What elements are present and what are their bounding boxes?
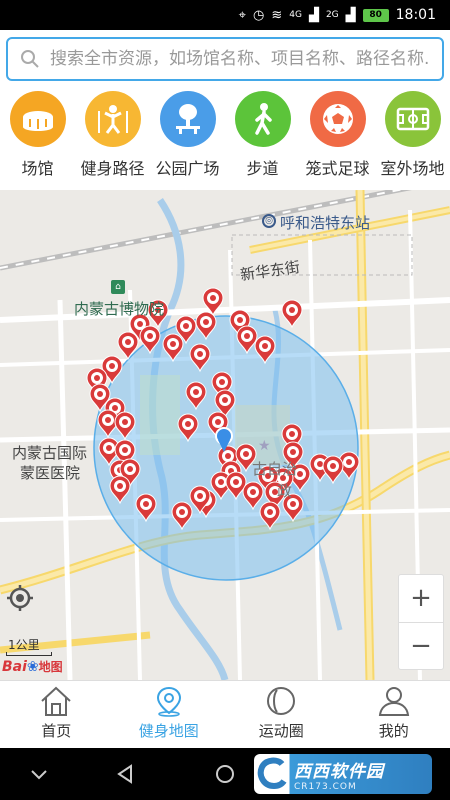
watermark-title: 西西软件园	[294, 761, 384, 782]
nav-back-button[interactable]	[110, 760, 140, 788]
zoom-out-button[interactable]: −	[399, 623, 443, 670]
baidu-logo: Bai❀地图	[2, 659, 63, 675]
gov-star-icon: ★	[258, 438, 271, 454]
category-label: 公园广场	[155, 159, 220, 178]
tab-profile[interactable]: 我的	[338, 681, 450, 748]
nav-down-button[interactable]	[24, 760, 54, 788]
search-icon	[21, 50, 39, 68]
tab-sports-circle[interactable]: 运动圈	[225, 681, 338, 748]
map-view[interactable]: 呼和浩特东站 ◎ 新华东街 内蒙古博物院 ⌂ 内蒙古国际 蒙医医院 古自治 政 …	[0, 190, 450, 680]
signal-icon-2: ▟	[345, 7, 356, 23]
profile-icon	[378, 687, 409, 716]
map-label-gov-2: 政	[277, 482, 293, 500]
map-canvas	[0, 190, 450, 680]
signal-icon: ▟	[308, 7, 319, 23]
watermark-c-icon	[257, 757, 287, 790]
circle-icon	[267, 687, 296, 715]
map-label-gov-1: 古自治	[252, 460, 298, 478]
category-outdoor-field[interactable]: 室外场地	[375, 91, 450, 179]
chevron-down-icon	[31, 770, 47, 780]
category-label: 室外场地	[380, 159, 445, 178]
stadium-icon	[9, 91, 66, 147]
network-4g-label: 4G	[289, 10, 302, 20]
map-label-hospital-1: 内蒙古国际	[12, 444, 88, 462]
category-walkway[interactable]: 步道	[225, 91, 300, 179]
home-circle-icon	[216, 765, 234, 783]
watermark-logo: 西西软件园 CR173.COM	[254, 754, 432, 794]
field-icon	[384, 91, 441, 147]
location-icon: ⌖	[238, 7, 246, 23]
category-bar: 场馆 健身路径 公园广场 步道 笼式足球 室外场地	[0, 88, 450, 190]
battery-icon: 80	[362, 8, 389, 22]
bottom-tab-bar: 首页 健身地图 运动圈 我的	[0, 680, 450, 748]
tab-label: 我的	[378, 722, 409, 740]
category-label: 场馆	[21, 159, 54, 178]
tab-fitness-map[interactable]: 健身地图	[113, 681, 226, 748]
soccer-ball-icon	[309, 91, 366, 147]
app-screen: ⌖ ◷ ≋ 4G ▟ 2G ▟ 80 18:01 场馆	[0, 0, 450, 800]
category-cage-soccer[interactable]: 笼式足球	[300, 91, 375, 179]
map-scale-bar	[6, 652, 52, 656]
tab-label: 运动圈	[258, 722, 304, 740]
zoom-control: + −	[398, 574, 444, 670]
map-label-hospital-2: 蒙医医院	[20, 464, 81, 482]
search-bar	[0, 30, 450, 88]
search-input[interactable]	[50, 49, 430, 69]
category-park[interactable]: 公园广场	[150, 91, 225, 179]
watermark-subtitle: CR173.COM	[294, 781, 357, 792]
status-bar: ⌖ ◷ ≋ 4G ▟ 2G ▟ 80 18:01	[0, 0, 450, 30]
map-label-museum: 内蒙古博物院	[74, 300, 165, 318]
network-2g-label: 2G	[325, 10, 339, 20]
category-label: 健身路径	[80, 159, 145, 178]
resource-marker-pin[interactable]	[281, 299, 303, 329]
map-label-station: 呼和浩特东站	[280, 214, 371, 232]
alarm-icon: ◷	[252, 7, 265, 23]
search-box[interactable]	[6, 37, 444, 81]
system-nav-bar: 西西软件园 CR173.COM	[0, 748, 450, 800]
tab-label: 健身地图	[138, 722, 199, 740]
wifi-icon: ≋	[271, 7, 283, 23]
tab-home[interactable]: 首页	[0, 681, 113, 748]
tab-label: 首页	[41, 722, 72, 740]
station-icon: ◎	[262, 214, 276, 228]
museum-icon: ⌂	[111, 280, 125, 294]
fitness-person-icon	[84, 91, 141, 147]
park-tree-icon	[159, 91, 216, 147]
back-triangle-icon	[117, 764, 132, 784]
category-stadium[interactable]: 场馆	[0, 91, 75, 179]
crosshair-icon	[7, 585, 33, 611]
category-label: 笼式足球	[305, 159, 370, 178]
nav-home-button[interactable]	[210, 760, 240, 788]
category-fitness-path[interactable]: 健身路径	[75, 91, 150, 179]
zoom-in-button[interactable]: +	[399, 575, 443, 623]
status-time: 18:01	[395, 7, 436, 23]
map-scale-label: 1公里	[8, 638, 40, 652]
walking-icon	[234, 91, 291, 147]
home-icon	[41, 686, 71, 716]
category-label: 步道	[246, 159, 279, 178]
locate-me-button[interactable]	[6, 584, 40, 618]
map-pin-icon	[156, 686, 181, 717]
